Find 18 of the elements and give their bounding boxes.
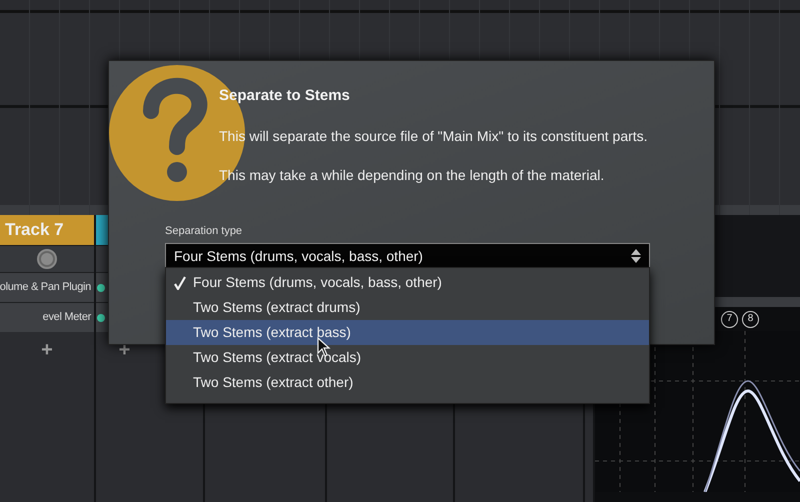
plugin-name: olume & Pan Plugin xyxy=(0,280,91,295)
updown-arrows-icon xyxy=(631,248,641,264)
field-label: Separation type xyxy=(165,224,244,239)
menu-item[interactable]: Two Stems (extract other) xyxy=(166,370,649,395)
checkmark-icon xyxy=(174,276,186,290)
plugin-name: evel Meter xyxy=(42,310,91,325)
separation-type-select[interactable]: Four Stems (drums, vocals, bass, other) xyxy=(165,242,650,270)
menu-item[interactable]: Two Stems (extract bass) xyxy=(166,320,649,345)
plugin-slot[interactable]: olume & Pan Plugin xyxy=(0,272,94,302)
band-button[interactable]: 7 xyxy=(721,311,738,328)
menu-item[interactable]: Two Stems (extract vocals) xyxy=(166,345,649,370)
dialog-message: This will separate the source file of "Main Mix" to its constituent parts. xyxy=(219,126,649,146)
band-button[interactable]: 8 xyxy=(742,311,759,328)
menu-item[interactable]: Four Stems (drums, vocals, bass, other) xyxy=(166,270,649,295)
menu-item[interactable]: Two Stems (extract drums) xyxy=(166,295,649,320)
plugin-slot[interactable]: evel Meter xyxy=(0,302,94,332)
knob-icon[interactable] xyxy=(36,248,58,270)
add-plugin-button[interactable]: + xyxy=(41,340,53,362)
